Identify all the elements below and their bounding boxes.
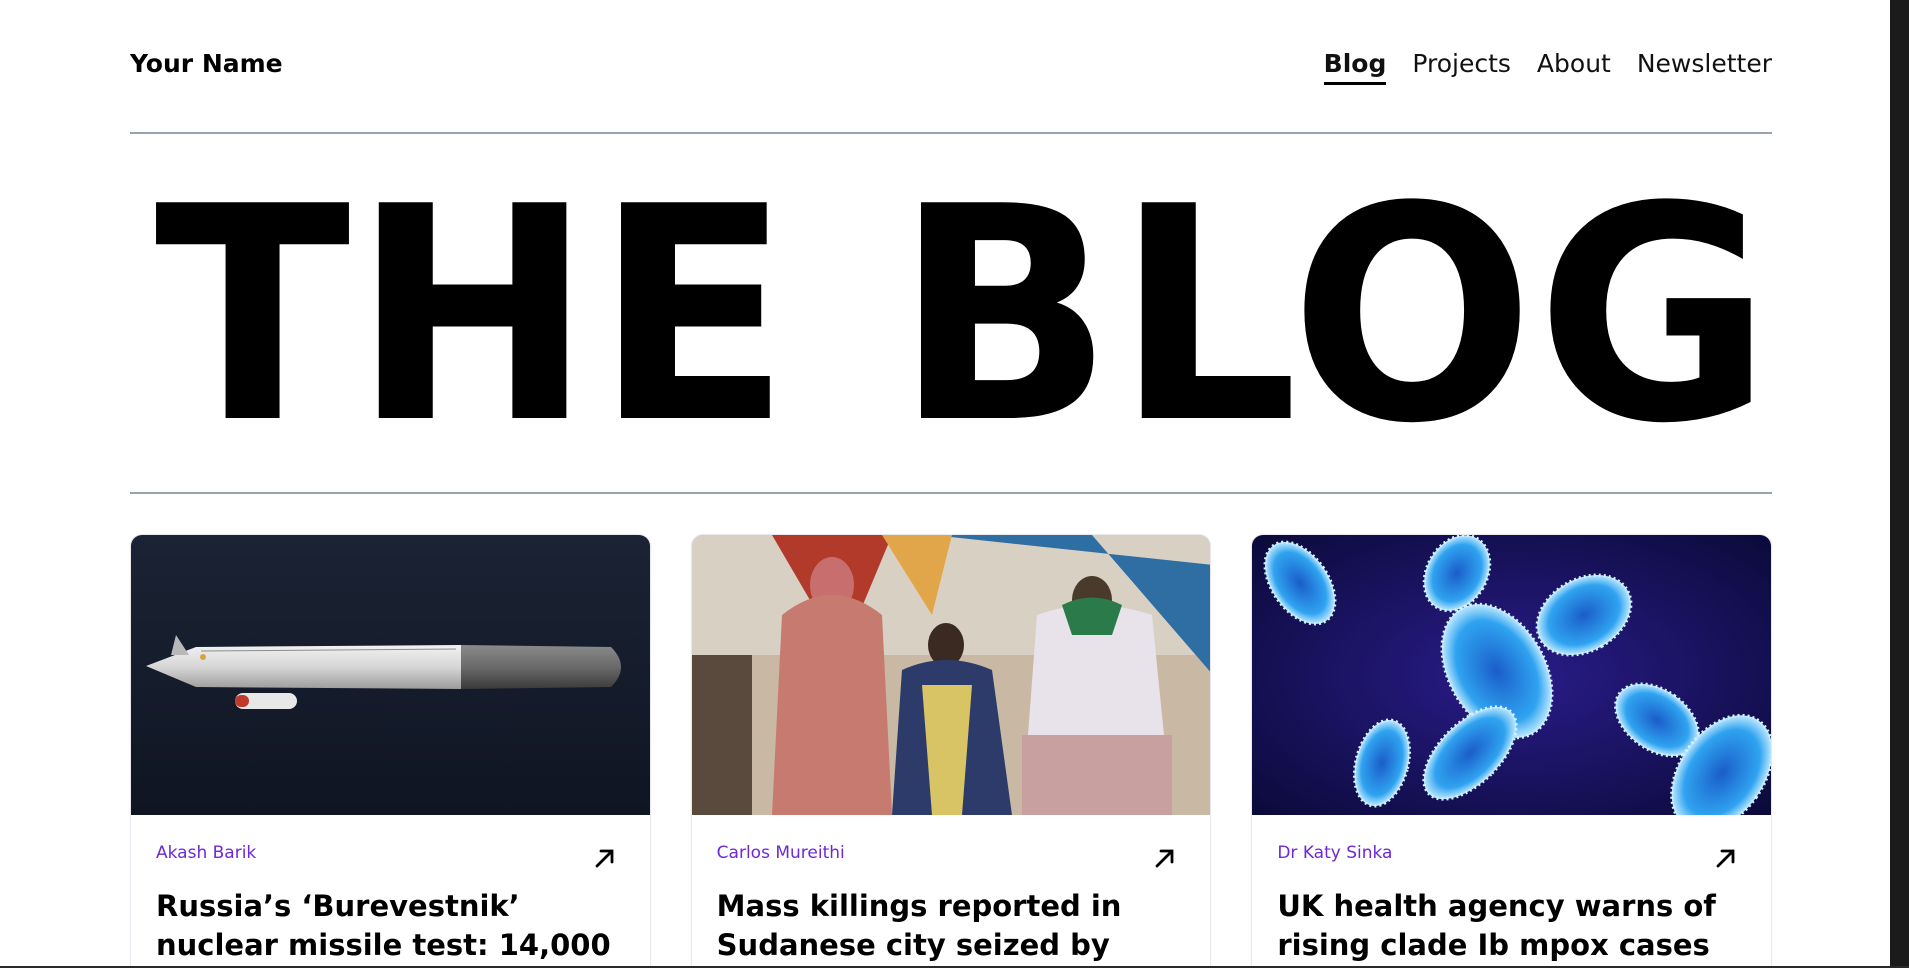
arrow-up-right-icon[interactable]	[1713, 845, 1739, 871]
blog-page: Your Name Blog Projects About Newsletter…	[0, 0, 1909, 968]
post-author[interactable]: Akash Barik	[156, 843, 256, 863]
nav-about[interactable]: About	[1537, 49, 1611, 85]
post-card[interactable]: Akash Barik Russia’s ‘Burevestnik’ nucle…	[130, 534, 651, 968]
arrow-up-right-icon[interactable]	[1152, 845, 1178, 871]
post-image-virus	[1252, 535, 1772, 815]
top-bar: Your Name Blog Projects About Newsletter	[130, 0, 1772, 132]
post-title[interactable]: Mass killings reported in Sudanese city …	[717, 887, 1177, 965]
nav-projects[interactable]: Projects	[1412, 49, 1511, 85]
post-author[interactable]: Carlos Mureithi	[717, 843, 845, 863]
post-image-missile	[131, 535, 650, 815]
nav-blog[interactable]: Blog	[1323, 49, 1387, 85]
site-header: Your Name Blog Projects About Newsletter	[130, 0, 1772, 132]
post-card[interactable]: Carlos Mureithi Mass killings reported i…	[690, 534, 1212, 968]
post-title[interactable]: UK health agency warns of rising clade I…	[1277, 887, 1737, 968]
post-card[interactable]: Dr Katy Sinka UK health agency warns of …	[1251, 534, 1773, 968]
site-brand[interactable]: Your Name	[130, 49, 283, 78]
post-title[interactable]: Russia’s ‘Burevestnik’ nuclear missile t…	[156, 887, 616, 968]
post-author[interactable]: Dr Katy Sinka	[1277, 843, 1392, 863]
window-edge-bar	[1890, 0, 1909, 968]
arrow-up-right-icon[interactable]	[592, 845, 618, 871]
main-nav: Blog Projects About Newsletter	[1323, 49, 1772, 85]
hero-title: THE BLOG	[154, 143, 1774, 488]
post-grid: Akash Barik Russia’s ‘Burevestnik’ nucle…	[130, 534, 1773, 968]
post-image-camp	[691, 535, 1211, 815]
hero-divider	[130, 492, 1772, 494]
header-divider	[130, 132, 1772, 134]
nav-newsletter[interactable]: Newsletter	[1637, 49, 1772, 85]
